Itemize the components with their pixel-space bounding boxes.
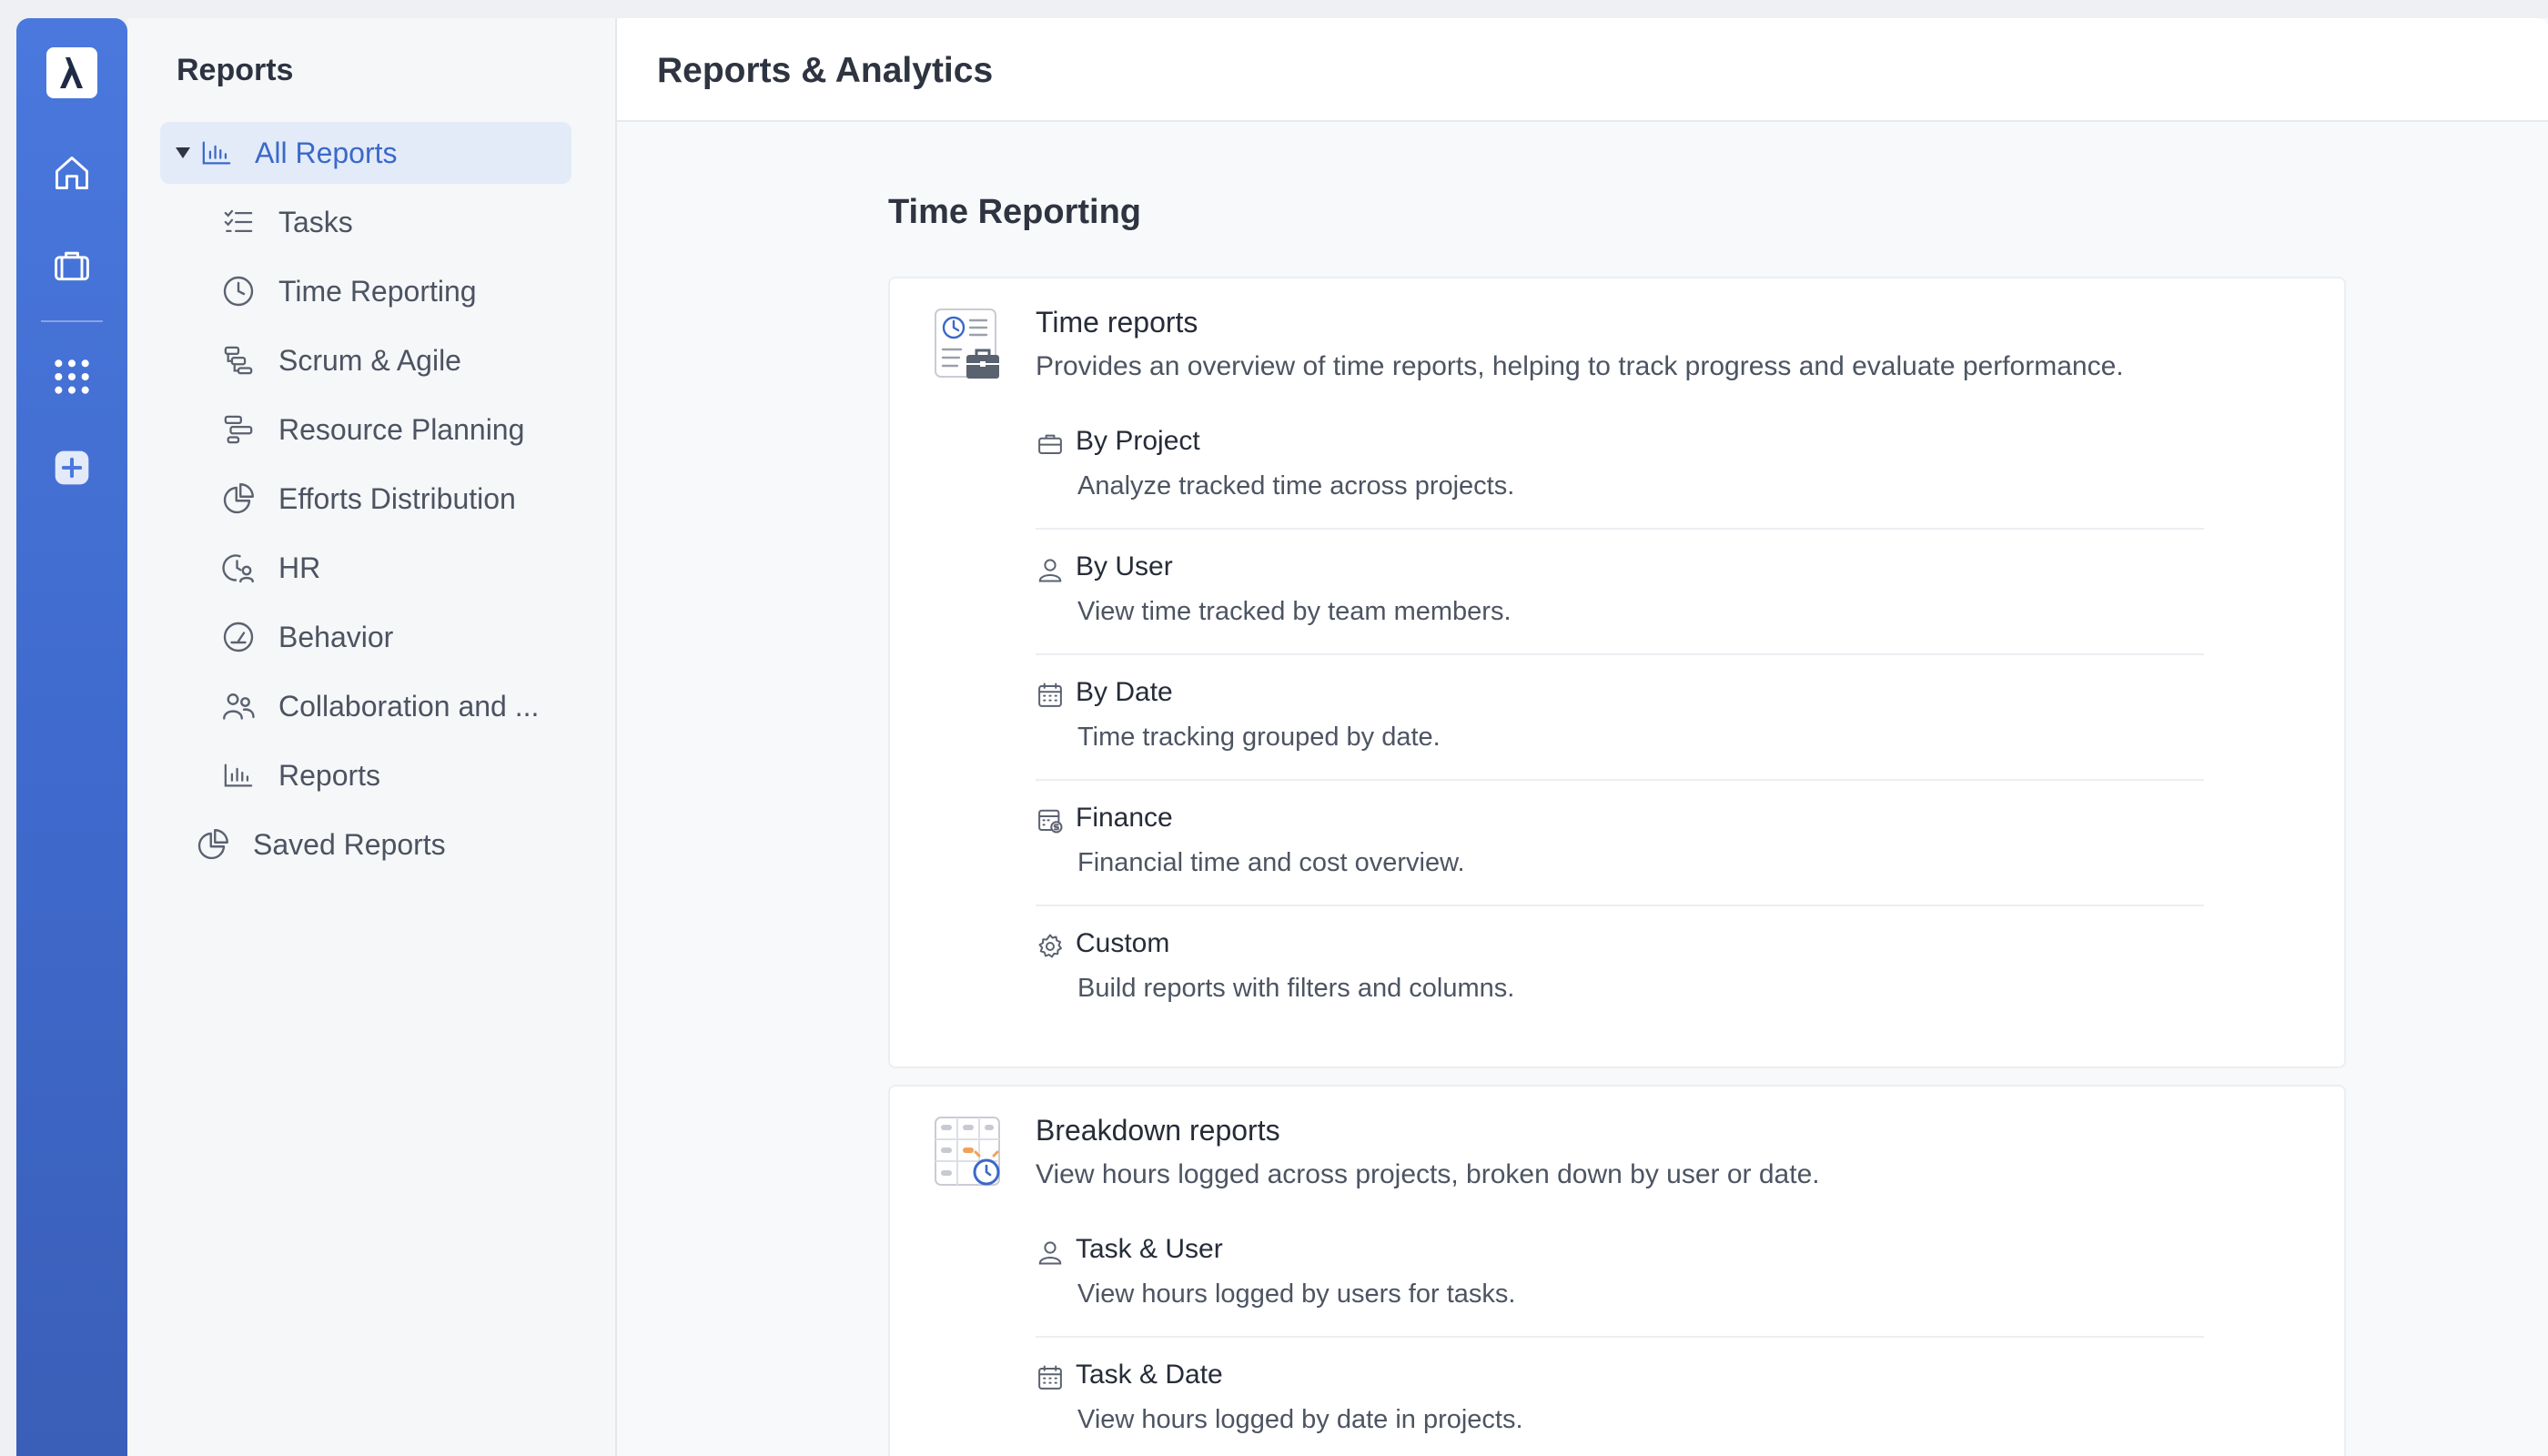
sidebar-item-tasks[interactable]: Tasks — [220, 191, 353, 253]
breakdown-reports-card: Breakdown reports View hours logged acro… — [888, 1085, 2346, 1456]
sidebar-item-behavior[interactable]: Behavior — [220, 606, 393, 668]
clock-icon — [220, 273, 257, 309]
bar-chart-icon — [198, 135, 235, 171]
rail-divider — [41, 320, 103, 322]
report-row-custom[interactable]: Custom Build reports with filters and co… — [1036, 906, 2204, 1032]
card-title[interactable]: Breakdown reports — [1036, 1114, 1280, 1148]
bar-chart-icon — [220, 757, 257, 794]
pie-chart-icon — [195, 826, 231, 863]
briefcase-icon — [1036, 430, 1065, 459]
home-button[interactable] — [43, 144, 101, 202]
report-row-task-date[interactable]: Task & Date View hours logged by date in… — [1036, 1338, 2204, 1456]
main-content: Reports & Analytics Time Reporting Time … — [615, 18, 2548, 1456]
sidebar-item-label: Efforts Distribution — [278, 481, 516, 515]
scrum-steps-icon — [220, 342, 257, 379]
projects-button[interactable] — [43, 237, 101, 295]
card-description: Provides an overview of time reports, he… — [1036, 351, 2124, 381]
row-description: View time tracked by team members. — [1077, 597, 1512, 626]
row-title[interactable]: Custom — [1076, 928, 1169, 959]
sidebar-item-saved-reports[interactable]: Saved Reports — [195, 814, 446, 875]
time-report-illustration-icon — [935, 308, 999, 379]
app-logo[interactable] — [46, 47, 97, 98]
card-title[interactable]: Time reports — [1036, 306, 1198, 339]
user-icon — [1036, 555, 1065, 584]
row-description: View hours logged by date in projects. — [1077, 1405, 1523, 1434]
apps-button[interactable] — [43, 348, 101, 406]
sidebar-item-label: Reports — [278, 758, 381, 792]
report-row-task-user[interactable]: Task & User View hours logged by users f… — [1036, 1212, 2204, 1338]
calendar-icon — [1036, 1363, 1065, 1392]
sidebar-item-label: Saved Reports — [253, 827, 446, 861]
card-description: View hours logged across projects, broke… — [1036, 1159, 1820, 1189]
logo-icon — [60, 57, 83, 88]
finance-calendar-icon — [1036, 806, 1065, 835]
caret-down-icon[interactable] — [171, 146, 195, 160]
sidebar-item-efforts-distribution[interactable]: Efforts Distribution — [220, 468, 516, 530]
sidebar-item-label: Resource Planning — [278, 412, 525, 446]
user-icon — [1036, 1238, 1065, 1267]
time-reports-card: Time reports Provides an overview of tim… — [888, 277, 2346, 1068]
gantt-icon — [220, 411, 257, 448]
checklist-icon — [220, 204, 257, 240]
reports-sidebar: Reports All Reports Tasks Time Reporting — [127, 18, 615, 1456]
sidebar-item-time-reporting[interactable]: Time Reporting — [220, 260, 477, 322]
app-rail — [16, 18, 127, 1456]
row-title[interactable]: Task & User — [1076, 1234, 1223, 1265]
row-title[interactable]: Finance — [1076, 803, 1173, 834]
sidebar-item-label: HR — [278, 551, 321, 584]
hr-clock-user-icon — [220, 550, 257, 586]
sidebar-item-scrum-agile[interactable]: Scrum & Agile — [220, 329, 461, 391]
sidebar-item-label: Time Reporting — [278, 274, 477, 308]
row-title[interactable]: By Date — [1076, 677, 1173, 708]
apps-grid-icon — [55, 359, 89, 394]
sidebar-item-reports[interactable]: Reports — [220, 744, 380, 806]
sidebar-item-all-reports[interactable]: All Reports — [160, 122, 571, 184]
row-description: View hours logged by users for tasks. — [1077, 1279, 1516, 1309]
section-title: Time Reporting — [888, 193, 1141, 231]
breakdown-grid-illustration-icon — [935, 1117, 1000, 1186]
briefcase-icon — [55, 251, 89, 281]
row-description: Time tracking grouped by date. — [1077, 723, 1441, 752]
sidebar-item-label: Tasks — [278, 205, 353, 238]
row-title[interactable]: By Project — [1076, 426, 1200, 457]
report-row-by-user[interactable]: By User View time tracked by team member… — [1036, 530, 2204, 655]
home-icon — [56, 157, 88, 189]
report-row-by-date[interactable]: By Date Time tracking grouped by date. — [1036, 655, 2204, 781]
sidebar-item-label: All Reports — [255, 136, 398, 169]
gear-icon — [1036, 932, 1065, 961]
gauge-icon — [220, 619, 257, 655]
sidebar-item-label: Scrum & Agile — [278, 343, 461, 377]
sidebar-item-resource-planning[interactable]: Resource Planning — [220, 399, 524, 460]
sidebar-item-label: Behavior — [278, 620, 394, 653]
page-header: Reports & Analytics — [617, 18, 2548, 122]
row-title[interactable]: By User — [1076, 551, 1173, 582]
calendar-icon — [1036, 681, 1065, 710]
plus-square-icon — [55, 450, 89, 485]
sidebar-item-hr[interactable]: HR — [220, 537, 320, 599]
row-description: Analyze tracked time across projects. — [1077, 471, 1515, 500]
sidebar-item-label: Collaboration and ... — [278, 689, 540, 723]
row-description: Build reports with filters and columns. — [1077, 974, 1515, 1003]
page-title: Reports & Analytics — [657, 51, 994, 90]
report-row-finance[interactable]: Finance Financial time and cost overview… — [1036, 781, 2204, 906]
report-row-by-project[interactable]: By Project Analyze tracked time across p… — [1036, 404, 2204, 530]
users-icon — [220, 688, 257, 724]
row-description: Financial time and cost overview. — [1077, 848, 1465, 877]
row-title[interactable]: Task & Date — [1076, 1360, 1223, 1390]
pie-chart-icon — [220, 480, 257, 517]
sidebar-item-collaboration[interactable]: Collaboration and ... — [220, 675, 539, 737]
sidebar-title: Reports — [177, 53, 294, 87]
create-button[interactable] — [43, 439, 101, 497]
